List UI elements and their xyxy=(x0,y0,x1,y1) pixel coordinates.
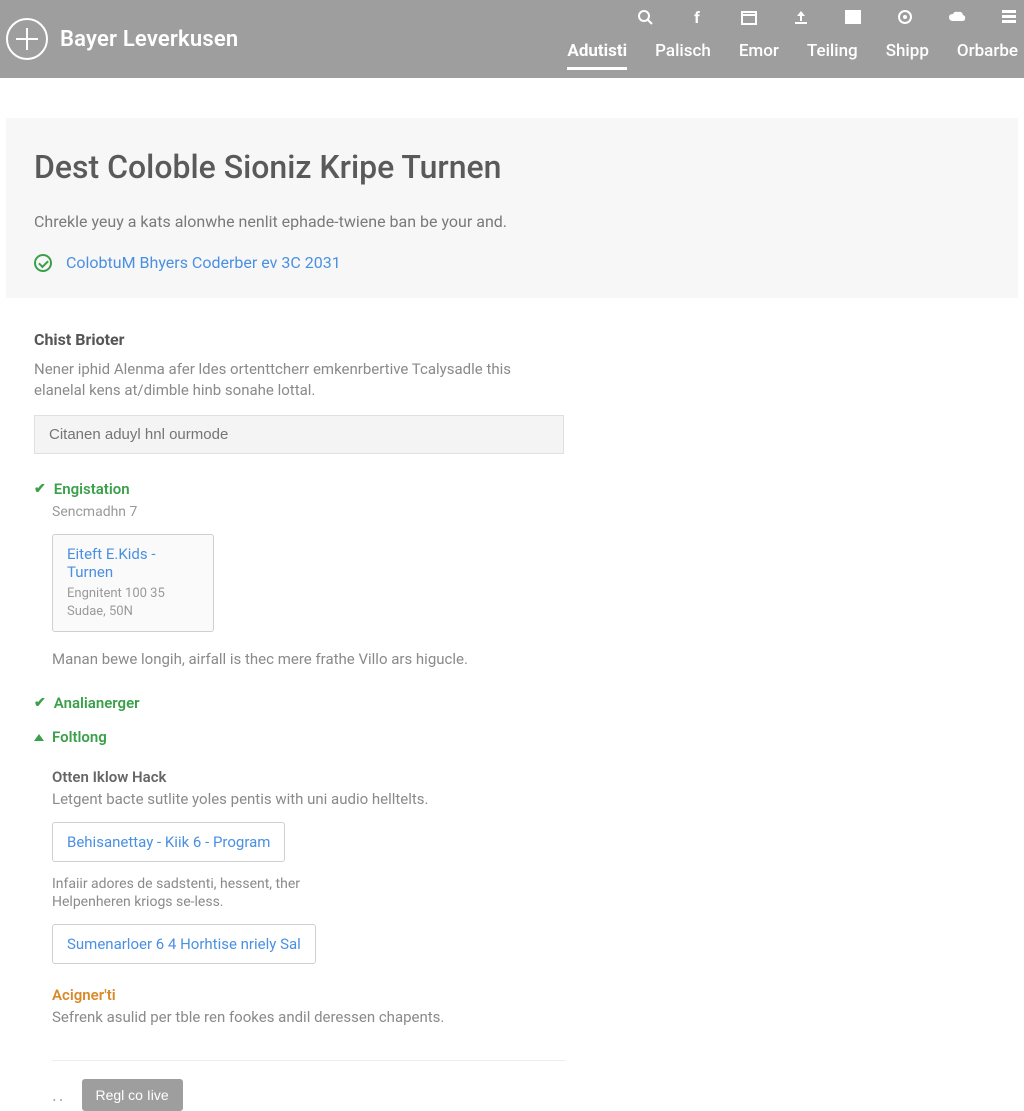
topbar: Bayer Leverkusen f Adutisti Palisch Emor… xyxy=(0,0,1024,78)
hero-link[interactable]: ColobtuM Bhyers Coderber ev 3C 2031 xyxy=(66,253,341,272)
check-icon: ✔ xyxy=(34,481,46,497)
program-button-2[interactable]: Sumenarloer 6 4 Horhtise nriely Sal xyxy=(52,924,316,964)
accordion-label-foltlong: Foltlong xyxy=(52,728,107,746)
section-body-chist: Nener iphid Alenma afer ldes ortenttcher… xyxy=(34,359,566,401)
page-subtitle: Chrekle yeuy a kats alonwhe nenlit ephad… xyxy=(34,212,990,231)
engistation-note: Manan bewe longih, airfall is thec mere … xyxy=(52,650,566,668)
option-card-kids-turnen[interactable]: Eiteft E.Kids -Turnen Engnitent 100 35 S… xyxy=(52,534,214,632)
ellipsis-icon: .. xyxy=(52,1085,66,1106)
brand-name: Bayer Leverkusen xyxy=(60,27,238,52)
section-title-chist: Chist Brioter xyxy=(34,330,566,349)
hero-link-row: ColobtuM Bhyers Coderber ev 3C 2031 xyxy=(34,253,990,272)
engistation-subnote: Sencmadhn 7 xyxy=(52,504,566,520)
footer-row: .. Regl co Iive xyxy=(52,1060,566,1111)
program-desc-1b: Helpenheren kriogs se-less. xyxy=(52,894,566,910)
cloud-icon[interactable] xyxy=(948,8,966,26)
nav-item-shipp[interactable]: Shipp xyxy=(886,41,929,70)
accordion-engistation[interactable]: ✔ Engistation xyxy=(34,480,566,498)
nav-item-teiling[interactable]: Teiling xyxy=(807,41,858,70)
facebook-icon[interactable]: f xyxy=(688,8,706,26)
main-nav: Adutisti Palisch Emor Teiling Shipp Orba… xyxy=(567,41,1018,70)
brand: Bayer Leverkusen xyxy=(6,18,238,60)
acignerti-title: Acigner'ti xyxy=(52,986,566,1004)
search-icon[interactable] xyxy=(636,8,654,26)
nav-item-orbarbe[interactable]: Orbarbe xyxy=(957,41,1018,70)
calendar-icon[interactable] xyxy=(740,8,758,26)
page-title: Dest Coloble Sioniz Kripe Turnen xyxy=(34,148,990,186)
check-icon: ✔ xyxy=(34,695,46,711)
foltlong-subhead: Otten Iklow Hack xyxy=(52,768,566,786)
content-column: Chist Brioter Nener iphid Alenma afer ld… xyxy=(0,298,600,1111)
search-input[interactable] xyxy=(34,415,564,454)
upload-icon[interactable] xyxy=(792,8,810,26)
nav-item-adutisti[interactable]: Adutisti xyxy=(567,41,627,70)
submit-button[interactable]: Regl co Iive xyxy=(82,1079,183,1111)
nav-item-palisch[interactable]: Palisch xyxy=(655,41,711,70)
card-title: Eiteft E.Kids -Turnen xyxy=(67,545,199,581)
image-icon[interactable] xyxy=(844,8,862,26)
foltlong-subbody: Letgent bacte sutlite yoles pentis with … xyxy=(52,790,566,808)
accordion-label-engistation: Engistation xyxy=(54,480,130,498)
chevron-up-icon xyxy=(34,734,44,741)
accordion-foltlong[interactable]: Foltlong xyxy=(34,728,566,746)
accordion-label-analianerger: Analianerger xyxy=(54,694,140,712)
hero-panel: Dest Coloble Sioniz Kripe Turnen Chrekle… xyxy=(6,118,1018,298)
nav-item-emor[interactable]: Emor xyxy=(739,41,779,70)
program-desc-1a: Infaiir adores de sadstenti, hessent, th… xyxy=(52,876,566,892)
list-icon[interactable] xyxy=(1000,8,1018,26)
accordion-analianerger[interactable]: ✔ Analianerger xyxy=(34,694,566,712)
topbar-icon-row: f xyxy=(636,8,1018,26)
acignerti-block: Acigner'ti Sefrenk asulid per tble ren f… xyxy=(34,986,566,1026)
target-icon[interactable] xyxy=(896,8,914,26)
card-line-1: Engnitent 100 35 xyxy=(67,585,199,603)
logo-icon xyxy=(6,18,48,60)
check-circle-icon xyxy=(34,254,52,272)
program-button-1[interactable]: Behisanettay - Kiik 6 - Program xyxy=(52,822,285,862)
card-line-2: Sudae, 50N xyxy=(67,603,199,621)
